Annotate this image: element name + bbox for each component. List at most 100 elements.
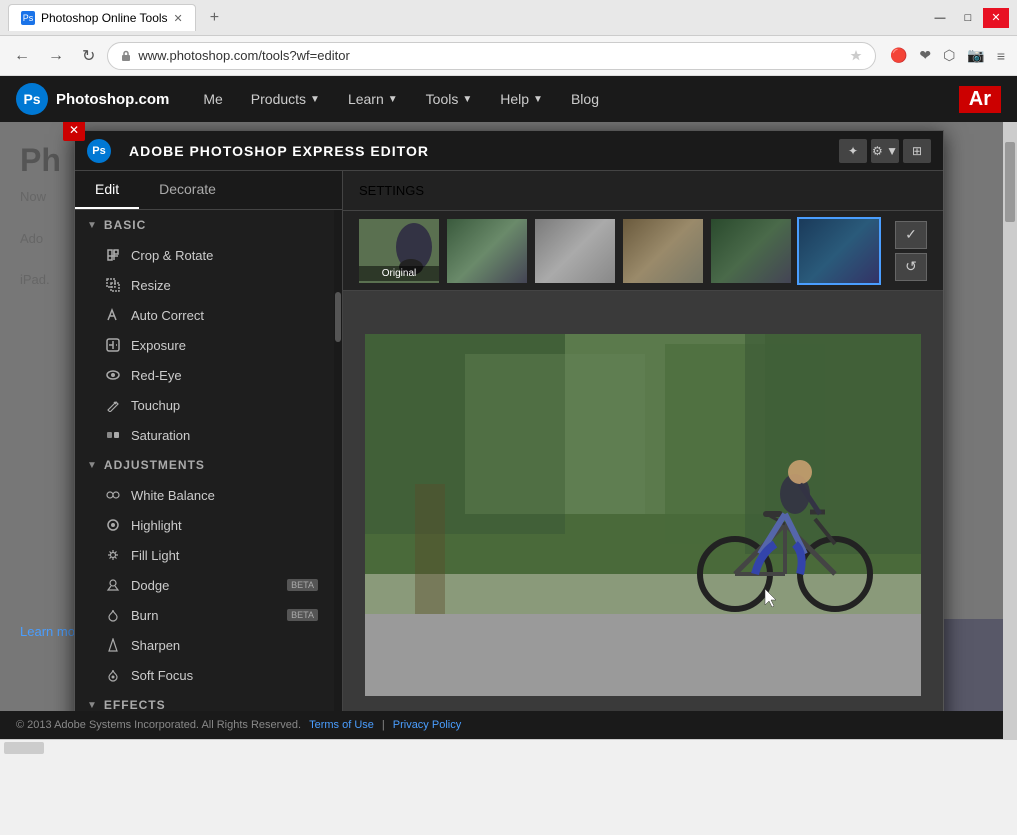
- redeye-label: Red-Eye: [131, 368, 318, 383]
- url-text: www.photoshop.com/tools?wf=editor: [138, 48, 843, 63]
- menu-item-whitebalance[interactable]: White Balance: [75, 480, 334, 510]
- dodge-icon: [105, 577, 121, 593]
- extensions-icon[interactable]: ❤: [915, 43, 935, 68]
- whitebalance-label: White Balance: [131, 488, 318, 503]
- browser-scrollbar-thumb: [4, 742, 44, 754]
- nav-item-blog[interactable]: Blog: [557, 76, 613, 122]
- footer-privacy[interactable]: Privacy Policy: [393, 719, 461, 731]
- settings-label: SETTINGS: [359, 183, 424, 198]
- menu-item-dodge[interactable]: Dodge BETA: [75, 570, 334, 600]
- logo-text: Photoshop.com: [56, 91, 169, 108]
- burn-icon: [105, 607, 121, 623]
- nav-item-products[interactable]: Products ▼: [237, 76, 334, 122]
- canvas-svg: [365, 334, 921, 696]
- back-button[interactable]: ←: [8, 43, 36, 69]
- burn-beta: BETA: [287, 609, 318, 621]
- bookmark-icon[interactable]: 🔴: [886, 43, 911, 68]
- tab-title: Photoshop Online Tools: [41, 11, 168, 25]
- menu-icon[interactable]: ≡: [993, 43, 1009, 68]
- confirm-thumbnail-button[interactable]: ✓: [895, 221, 927, 249]
- menu-item-touchup[interactable]: Touchup: [75, 390, 334, 420]
- nav-item-tools[interactable]: Tools ▼: [412, 76, 487, 122]
- menu-item-resize[interactable]: Resize: [75, 270, 334, 300]
- fullscreen-button[interactable]: ⊞: [903, 139, 931, 163]
- thumbnail-3[interactable]: [623, 219, 703, 283]
- close-button[interactable]: ✕: [983, 8, 1009, 28]
- screenshot-icon[interactable]: 📷: [963, 43, 988, 68]
- nav-item-help[interactable]: Help ▼: [486, 76, 557, 122]
- footer-copyright: © 2013 Adobe Systems Incorporated. All R…: [16, 719, 301, 731]
- menu-item-exposure[interactable]: Exposure: [75, 330, 334, 360]
- browser-tab[interactable]: Ps Photoshop Online Tools ✕: [8, 4, 196, 31]
- minimize-button[interactable]: —: [927, 8, 953, 28]
- thumbnail-0[interactable]: Original: [359, 219, 439, 283]
- saturation-icon: [105, 427, 121, 443]
- logo-icon: Ps: [16, 83, 48, 115]
- modal-body: Edit Decorate ▼ BASIC: [75, 171, 943, 739]
- basic-section-header[interactable]: ▼ BASIC: [75, 210, 334, 240]
- thumbnail-5[interactable]: [799, 219, 879, 283]
- wand-button[interactable]: ✦: [839, 139, 867, 163]
- sharpen-label: Sharpen: [131, 638, 318, 653]
- maximize-button[interactable]: □: [955, 8, 981, 28]
- tab-favicon: Ps: [21, 11, 35, 25]
- softfocus-icon: [105, 667, 121, 683]
- right-panel: SETTINGS Original: [343, 171, 943, 739]
- panel-tabs: Edit Decorate: [75, 171, 342, 210]
- footer-terms[interactable]: Terms of Use: [309, 719, 374, 731]
- nav-item-learn[interactable]: Learn ▼: [334, 76, 412, 122]
- main-scrollbar[interactable]: [1003, 122, 1017, 739]
- site-logo[interactable]: Ps Photoshop.com: [16, 83, 169, 115]
- autocorrect-icon: [105, 307, 121, 323]
- filllight-label: Fill Light: [131, 548, 318, 563]
- menu-item-softfocus[interactable]: Soft Focus: [75, 660, 334, 690]
- nav-item-me[interactable]: Me: [189, 76, 236, 122]
- thumbnail-1[interactable]: [447, 219, 527, 283]
- tab-edit[interactable]: Edit: [75, 171, 139, 209]
- site-nav: Ps Photoshop.com Me Products ▼ Learn ▼ T…: [0, 76, 1017, 122]
- basic-arrow: ▼: [87, 220, 98, 231]
- menu-item-redeye[interactable]: Red-Eye: [75, 360, 334, 390]
- thumbnail-4[interactable]: [711, 219, 791, 283]
- modal-close-button[interactable]: ✕: [63, 122, 85, 141]
- panel-scrollbar[interactable]: [334, 210, 342, 739]
- adjustments-section-header[interactable]: ▼ ADJUSTMENTS: [75, 450, 334, 480]
- whitebalance-icon: [105, 487, 121, 503]
- tab-close-btn[interactable]: ✕: [174, 12, 183, 25]
- browser-toolbar: ← → ↻ www.photoshop.com/tools?wf=editor …: [0, 36, 1017, 76]
- new-tab-button[interactable]: +: [200, 3, 229, 33]
- resize-icon: [105, 277, 121, 293]
- thumbnails-strip: Original: [343, 211, 943, 291]
- softfocus-label: Soft Focus: [131, 668, 318, 683]
- left-panel: Edit Decorate ▼ BASIC: [75, 171, 343, 739]
- sync-icon[interactable]: ⬡: [939, 43, 959, 68]
- menu-item-sharpen[interactable]: Sharpen: [75, 630, 334, 660]
- panel-scroll-area: ▼ BASIC Crop & Rotate: [75, 210, 334, 739]
- help-arrow: ▼: [533, 94, 543, 105]
- thumbnail-2[interactable]: [535, 219, 615, 283]
- menu-item-autocorrect[interactable]: Auto Correct: [75, 300, 334, 330]
- reset-thumbnail-button[interactable]: ↺: [895, 253, 927, 281]
- refresh-button[interactable]: ↻: [76, 42, 101, 70]
- learn-arrow: ▼: [388, 94, 398, 105]
- bg-heading: Ph: [20, 142, 61, 179]
- lock-icon: [120, 50, 132, 62]
- adjustments-arrow: ▼: [87, 460, 98, 471]
- editor-modal: ✕ Ps ADOBE PHOTOSHOP EXPRESS EDITOR ✦ ⚙ …: [74, 130, 944, 739]
- menu-item-highlight[interactable]: Highlight: [75, 510, 334, 540]
- gear-button[interactable]: ⚙ ▼: [871, 139, 899, 163]
- exposure-label: Exposure: [131, 338, 318, 353]
- menu-item-filllight[interactable]: Fill Light: [75, 540, 334, 570]
- star-icon[interactable]: [849, 49, 863, 63]
- highlight-icon: [105, 517, 121, 533]
- menu-item-burn[interactable]: Burn BETA: [75, 600, 334, 630]
- dodge-beta: BETA: [287, 579, 318, 591]
- menu-item-saturation[interactable]: Saturation: [75, 420, 334, 450]
- menu-item-crop[interactable]: Crop & Rotate: [75, 240, 334, 270]
- tab-decorate[interactable]: Decorate: [139, 171, 236, 209]
- panel-scrollbar-thumb: [335, 292, 341, 342]
- forward-button[interactable]: →: [42, 43, 70, 69]
- canvas-image: [365, 334, 921, 696]
- address-bar[interactable]: www.photoshop.com/tools?wf=editor: [107, 42, 876, 70]
- browser-scrollbar[interactable]: [0, 739, 1017, 755]
